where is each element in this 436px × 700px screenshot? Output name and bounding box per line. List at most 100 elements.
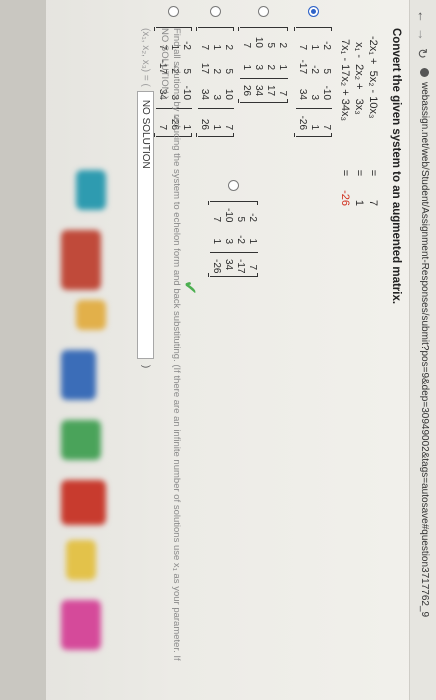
subquestion-text: Find all solutions by reducing the syste… [171, 28, 182, 661]
matrix-cell: 10 [223, 88, 234, 100]
answer-suffix: ) [140, 364, 151, 369]
matrix-cell: 7 [211, 216, 222, 222]
forward-arrow-icon[interactable]: → [415, 28, 430, 41]
matrix-cell: 34 [297, 88, 308, 100]
equation-row: -2x₁ + 5x₂ - 10x₃ = 7 [366, 36, 380, 206]
matrix-cell: 10 [253, 36, 264, 48]
equals-sign: = [367, 169, 379, 177]
augmented-matrix: 2 1 7 5 2 17 10 3 34 7 1 26 [240, 27, 288, 103]
equation-rhs: 7 [367, 199, 379, 206]
equation-row: 7x₁ - 17x₂ + 34x₃ = -26 [338, 36, 352, 206]
blurred-icon [76, 170, 106, 210]
matrix-cell: 3 [223, 238, 234, 244]
matrix-choice-1[interactable]: -2 5 -10 7 1 -2 3 1 7 -17 34 -26 [296, 6, 332, 137]
answer-row: (x₁, x₂, x₃) = ( NO SOLUTION ) [137, 28, 154, 368]
answer-prefix: (x₁, x₂, x₃) = ( [140, 28, 151, 87]
radio-button[interactable] [258, 6, 270, 17]
matrix-cell: -17 [297, 59, 308, 74]
blurred-icon [61, 420, 101, 460]
matrix-cell: 7 [241, 42, 252, 48]
matrix-cell: 5 [265, 42, 276, 48]
matrix-choice-2[interactable]: 2 1 7 5 2 17 10 3 34 7 1 26 [240, 6, 288, 103]
reload-icon[interactable]: ↻ [414, 48, 430, 59]
matrix-cell: 7 [222, 108, 234, 130]
matrix-cell: -2 [247, 213, 258, 222]
equation-rhs: 1 [353, 199, 365, 206]
matrix-cell: -26 [296, 108, 308, 130]
matrix-cell: 1 [210, 108, 222, 130]
matrix-cell: 1 [211, 44, 222, 50]
matrix-cell: 7 [199, 44, 210, 50]
equation-system: -2x₁ + 5x₂ - 10x₃ = 7 x₁ - 2x₂ + 3x₃ = 1… [338, 36, 380, 206]
matrix-cell: 1 [277, 64, 288, 70]
blurred-icon [66, 540, 96, 580]
matrix-cell: 17 [199, 62, 210, 74]
equation-row: x₁ - 2x₂ + 3x₃ = 1 [352, 36, 366, 206]
matrix-cell: 3 [253, 64, 264, 70]
equation-rhs-highlighted: -26 [339, 190, 351, 206]
augmented-matrix: 2 5 10 7 1 2 3 1 7 17 34 26 [198, 27, 234, 137]
matrix-cell: -2 [309, 65, 320, 74]
screen-bezel [0, 0, 46, 700]
radio-button[interactable] [168, 6, 180, 17]
matrix-cell: 26 [198, 108, 210, 130]
matrix-cell: 26 [240, 78, 252, 96]
matrix-cell: 2 [211, 68, 222, 74]
matrix-cell: 1 [309, 44, 320, 50]
blurred-icon [76, 300, 106, 330]
matrix-cell: 2 [223, 44, 234, 50]
matrix-cell: 34 [199, 88, 210, 100]
matrix-cell: 7 [276, 78, 288, 96]
matrix-cell: -26 [210, 252, 222, 273]
subquestion-note: NO SOLUTION.) [159, 28, 170, 100]
blurred-icon [61, 230, 101, 290]
matrix-cell: -17 [234, 252, 246, 273]
radio-button-selected[interactable] [308, 6, 320, 17]
augmented-matrix: -2 1 7 5 -2 -17 -10 3 34 7 1 -26 [210, 201, 258, 277]
radio-button[interactable] [210, 6, 222, 17]
matrix-cell: 3 [309, 94, 320, 100]
equation-lhs: -2x₁ + 5x₂ - 10x₃ [367, 36, 379, 119]
matrix-cell: 1 [241, 64, 252, 70]
matrix-cell: -2 [321, 41, 332, 50]
matrix-cell: 1 [211, 238, 222, 244]
blurred-icon [61, 350, 96, 400]
matrix-cell: 7 [320, 108, 332, 130]
matrix-cell: 7 [297, 44, 308, 50]
matrix-cell: 5 [235, 216, 246, 222]
matrix-cell: -10 [321, 85, 332, 100]
matrix-cell: -10 [223, 208, 234, 223]
rotated-screen-photo: ← → ↻ webassign.net/web/Student/Assignme… [0, 0, 436, 700]
correct-checkmark-icon: ✔ [180, 280, 200, 296]
matrix-cell: 17 [264, 78, 276, 96]
matrix-cell: 1 [308, 108, 320, 130]
answer-input[interactable]: NO SOLUTION [137, 90, 154, 359]
equals-sign: = [339, 169, 351, 177]
site-info-icon[interactable] [420, 68, 429, 77]
matrix-cell: 2 [265, 64, 276, 70]
matrix-cell: 3 [211, 94, 222, 100]
matrix-choice-5[interactable]: -2 1 7 5 -2 -17 -10 3 34 7 1 -26 [210, 180, 258, 277]
matrix-cell: 5 [321, 68, 332, 74]
back-arrow-icon[interactable]: ← [415, 10, 430, 23]
augmented-matrix: -2 5 -10 7 1 -2 3 1 7 -17 34 -26 [296, 27, 332, 137]
equals-sign: = [353, 169, 365, 177]
equation-lhs: x₁ - 2x₂ + 3x₃ [353, 36, 365, 115]
question-panel: Convert the given system to an augmented… [384, 28, 402, 688]
matrix-cell: 7 [246, 252, 258, 270]
matrix-cell: 34 [252, 78, 264, 96]
blurred-icon [61, 480, 106, 525]
matrix-cell: 2 [277, 42, 288, 48]
address-bar[interactable]: webassign.net/web/Student/Assignment-Res… [419, 82, 430, 692]
matrix-cell: -2 [235, 235, 246, 244]
matrix-cell: 5 [223, 68, 234, 74]
radio-button[interactable] [228, 180, 240, 191]
matrix-cell: 7 [156, 108, 168, 130]
blurred-icon [61, 600, 101, 650]
matrix-choice-3[interactable]: 2 5 10 7 1 2 3 1 7 17 34 26 [198, 6, 234, 137]
browser-toolbar: ← → ↻ webassign.net/web/Student/Assignme… [409, 0, 436, 700]
question-prompt: Convert the given system to an augmented… [390, 28, 402, 305]
matrix-cell: 34 [222, 252, 234, 270]
equation-lhs: 7x₁ - 17x₂ + 34x₃ [339, 36, 351, 121]
matrix-cell: 1 [247, 238, 258, 244]
